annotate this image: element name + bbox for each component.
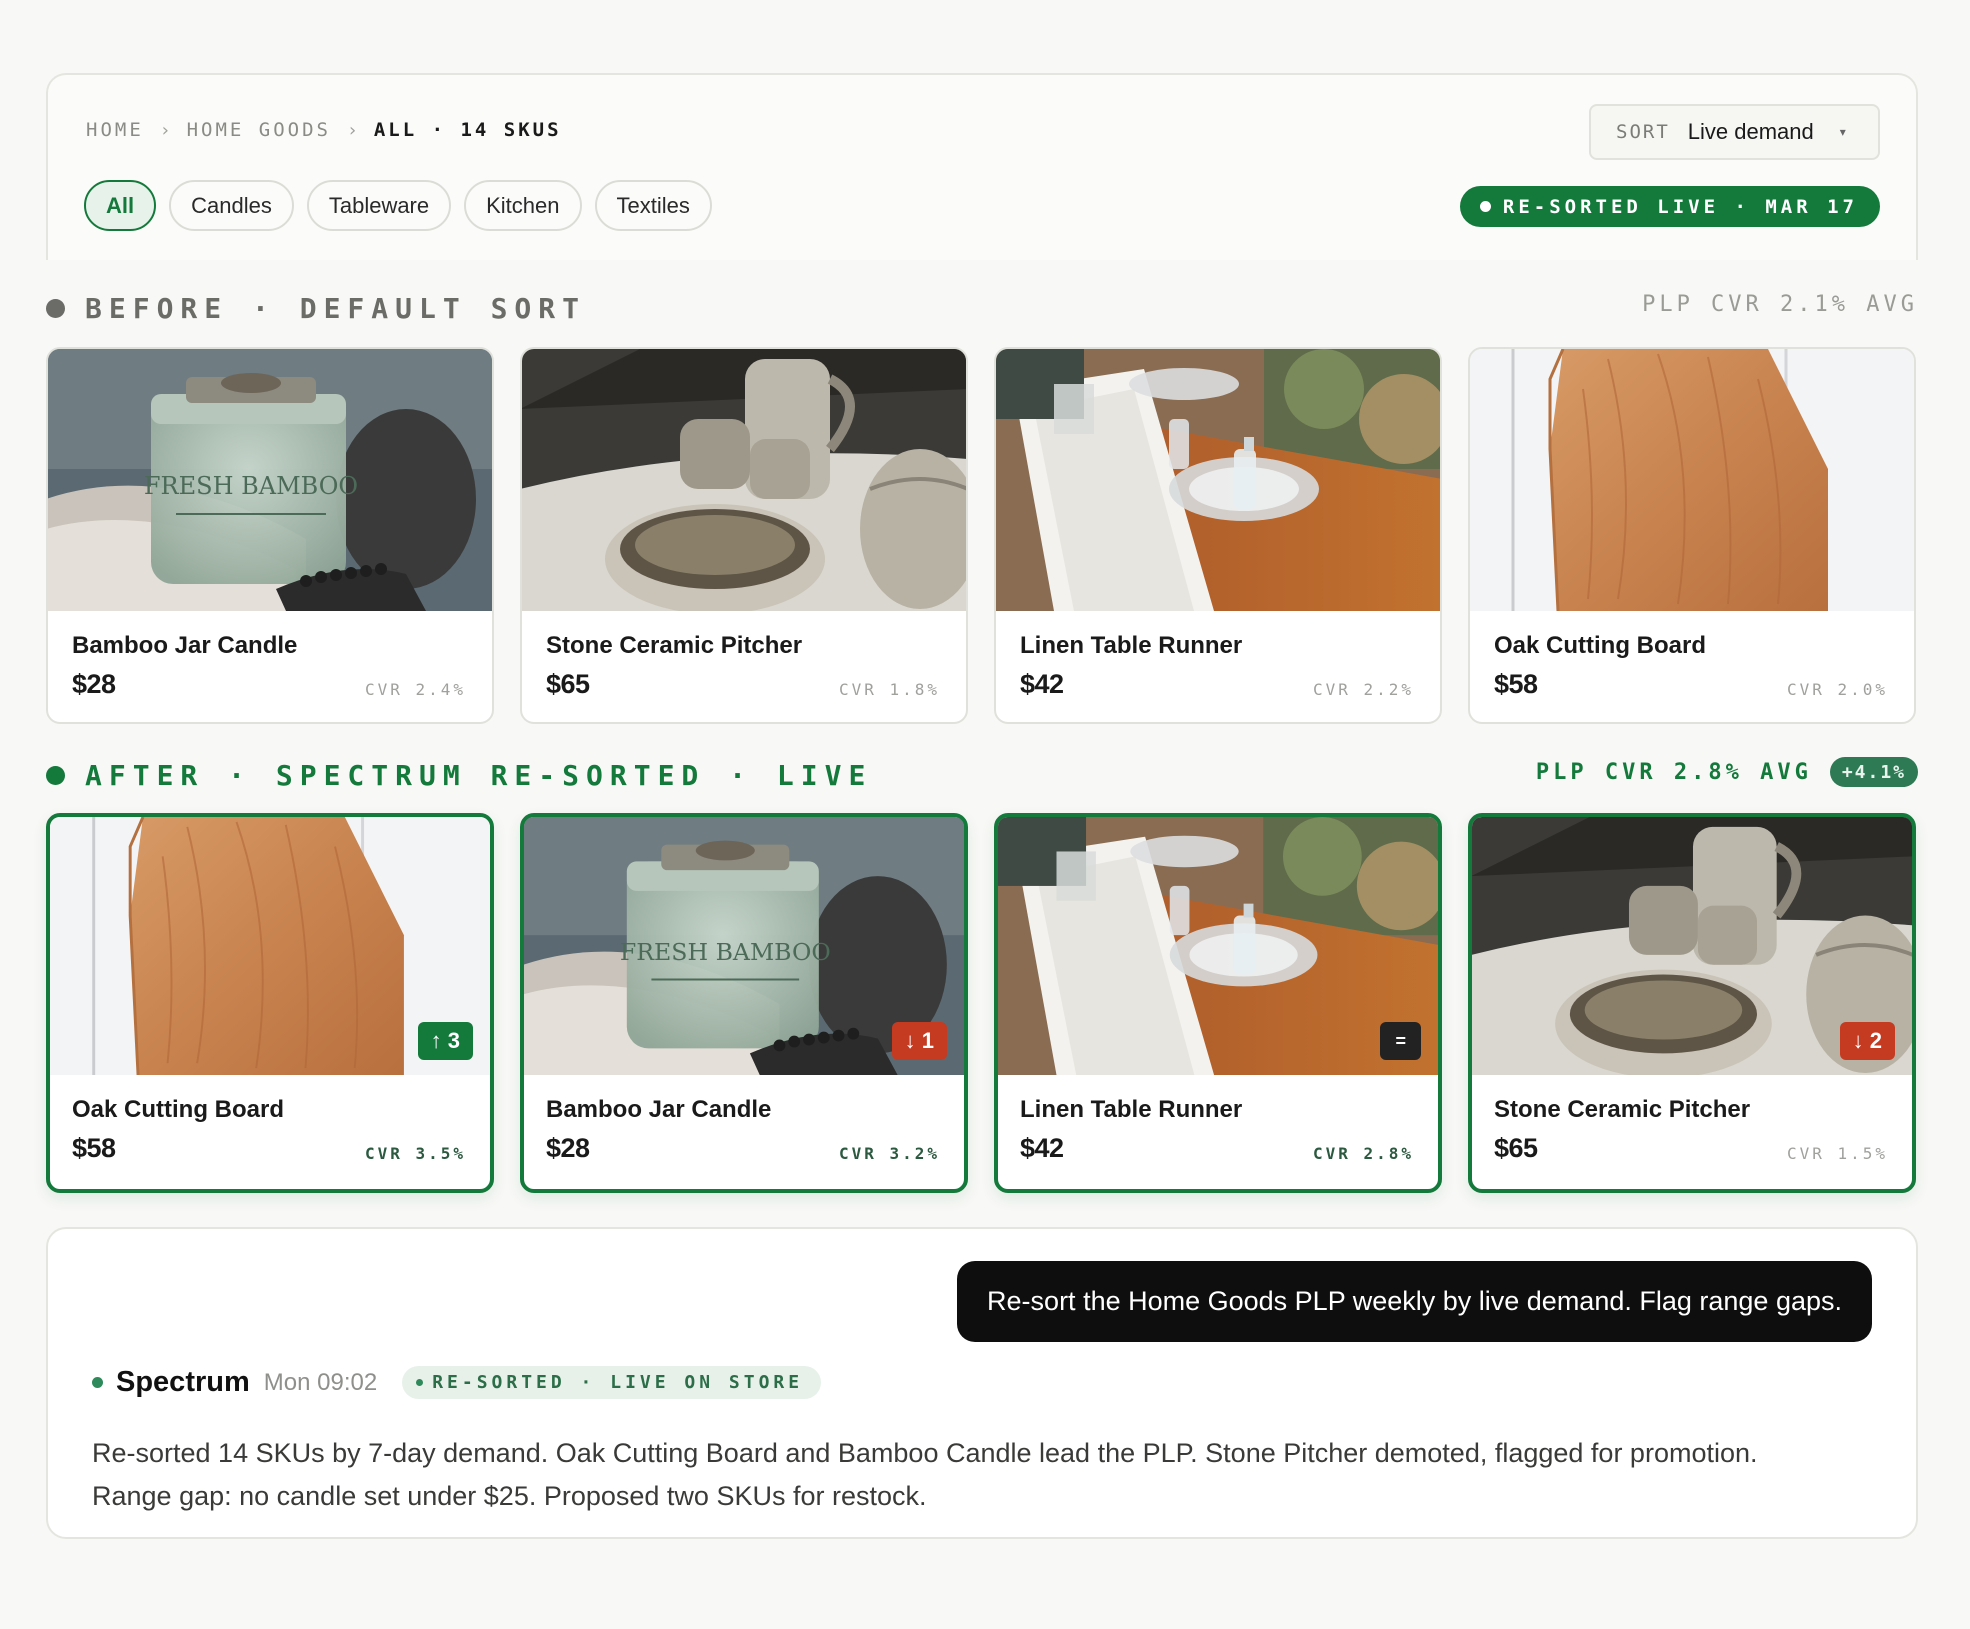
product-name[interactable]: Linen Table Runner (1020, 1096, 1242, 1124)
product-cvr: CVR 2.0% (1786, 680, 1888, 699)
product-cvr: CVR 2.2% (1312, 680, 1414, 699)
product-card[interactable]: #2 Stone Ceramic Pitcher $65 CVR 1.8% (520, 347, 968, 724)
product-card[interactable]: #2 ↓ 1 Bamboo Jar Candle $28 CVR 3.2% (520, 813, 968, 1193)
agent-name: Spectrum (116, 1366, 250, 1398)
product-image-runner (996, 349, 1440, 611)
before-section-header: BEFORE · DEFAULT SORT PLP CVR 2.1% AVG (46, 292, 1918, 325)
product-cvr: CVR 2.8% (1312, 1144, 1414, 1163)
live-status-text: RE-SORTED LIVE · MAR 17 (1502, 195, 1858, 218)
before-section-title: BEFORE · DEFAULT SORT (46, 292, 586, 325)
agent-status-dot-icon (92, 1377, 103, 1388)
product-image-board (1470, 349, 1914, 611)
product-price: $58 (1494, 669, 1538, 699)
product-cvr: CVR 3.2% (838, 1144, 940, 1163)
agent-message-text: Re-sorted 14 SKUs by 7-day demand. Oak C… (92, 1438, 1758, 1511)
product-image-candle (48, 349, 492, 611)
product-name[interactable]: Linen Table Runner (1020, 632, 1242, 660)
product-price: $28 (72, 669, 116, 699)
rank-change-badge: ↓ 2 (1839, 1022, 1895, 1060)
category-filters: All Candles Tableware Kitchen Textiles (84, 180, 712, 231)
filter-chip-tableware[interactable]: Tableware (306, 180, 452, 231)
sort-value: Live demand (1687, 119, 1814, 144)
agent-message-header: Spectrum Mon 09:02 RE-SORTED · LIVE ON S… (92, 1366, 822, 1399)
status-dot-icon (416, 1379, 424, 1386)
product-cvr: CVR 1.5% (1786, 1144, 1888, 1163)
product-name[interactable]: Stone Ceramic Pitcher (546, 632, 802, 660)
agent-timestamp: Mon 09:02 (263, 1368, 378, 1396)
product-name[interactable]: Oak Cutting Board (1494, 632, 1706, 660)
cvr-delta-badge: +4.1% (1829, 757, 1918, 787)
rank-change-badge: = (1380, 1022, 1421, 1060)
product-name[interactable]: Bamboo Jar Candle (72, 632, 297, 660)
sort-label: SORT (1616, 121, 1670, 143)
product-card[interactable]: #4 Oak Cutting Board $58 CVR 2.0% (1468, 347, 1916, 724)
product-card[interactable]: #3 Linen Table Runner $42 CVR 2.2% (994, 347, 1442, 724)
sort-dropdown[interactable]: SORT Live demand ▾ (1589, 104, 1880, 160)
agent-chat-panel: Re-sort the Home Goods PLP weekly by liv… (46, 1227, 1918, 1539)
product-name[interactable]: Bamboo Jar Candle (546, 1096, 771, 1124)
product-name[interactable]: Oak Cutting Board (72, 1096, 284, 1124)
rank-change-badge: ↑ 3 (417, 1022, 473, 1060)
user-message-text: Re-sort the Home Goods PLP weekly by liv… (987, 1286, 1842, 1316)
product-price: $42 (1020, 669, 1064, 699)
product-price: $65 (1494, 1133, 1538, 1163)
after-section-header: AFTER · SPECTRUM RE-SORTED · LIVE PLP CV… (46, 757, 1918, 792)
filter-chip-candles[interactable]: Candles (169, 180, 294, 231)
filter-chip-all[interactable]: All (84, 180, 157, 231)
before-cvr-metric: PLP CVR 2.1% AVG (1642, 292, 1918, 317)
product-name[interactable]: Stone Ceramic Pitcher (1494, 1096, 1750, 1124)
product-card[interactable]: #3 = Linen Table Runner $42 CVR 2.8% (994, 813, 1442, 1193)
breadcrumb-home[interactable]: HOME (86, 119, 144, 141)
agent-status-badge: RE-SORTED · LIVE ON STORE (402, 1366, 822, 1399)
live-status-pill: RE-SORTED LIVE · MAR 17 (1459, 186, 1880, 227)
product-card[interactable]: #1 ↑ 3 Oak Cutting Board $58 CVR 3.5% (46, 813, 494, 1193)
filter-chip-textiles[interactable]: Textiles (594, 180, 712, 231)
product-cvr: CVR 2.4% (364, 680, 466, 699)
product-cvr: CVR 3.5% (364, 1144, 466, 1163)
rank-change-badge: ↓ 1 (891, 1022, 947, 1060)
bullet-icon (46, 299, 65, 318)
breadcrumb: HOME › HOME GOODS › ALL · 14 SKUS (86, 119, 562, 141)
product-cvr: CVR 1.8% (838, 680, 940, 699)
after-cvr-metric: PLP CVR 2.8% AVG +4.1% (1536, 757, 1918, 787)
breadcrumb-current: ALL · 14 SKUS (373, 119, 562, 141)
product-price: $65 (546, 669, 590, 699)
product-image-pitcher (522, 349, 966, 611)
product-price: $58 (72, 1133, 116, 1163)
product-image-runner (998, 817, 1438, 1075)
chevron-right-icon: › (347, 119, 358, 141)
plp-header-panel: HOME › HOME GOODS › ALL · 14 SKUS All Ca… (46, 73, 1918, 260)
after-section-title: AFTER · SPECTRUM RE-SORTED · LIVE (46, 759, 872, 792)
chevron-right-icon: › (159, 119, 171, 141)
breadcrumb-home-goods[interactable]: HOME GOODS (187, 119, 331, 141)
bullet-icon (46, 766, 65, 785)
filter-chip-kitchen[interactable]: Kitchen (464, 180, 582, 231)
product-price: $28 (546, 1133, 590, 1163)
product-card[interactable]: #4 ↓ 2 Stone Ceramic Pitcher $65 CVR 1.5… (1468, 813, 1916, 1193)
product-card[interactable]: #1 Bamboo Jar Candle $28 CVR 2.4% (46, 347, 494, 724)
caret-down-icon: ▾ (1839, 125, 1846, 139)
product-price: $42 (1020, 1133, 1064, 1163)
live-dot-icon (1479, 201, 1491, 212)
user-message-bubble: Re-sort the Home Goods PLP weekly by liv… (957, 1261, 1872, 1342)
